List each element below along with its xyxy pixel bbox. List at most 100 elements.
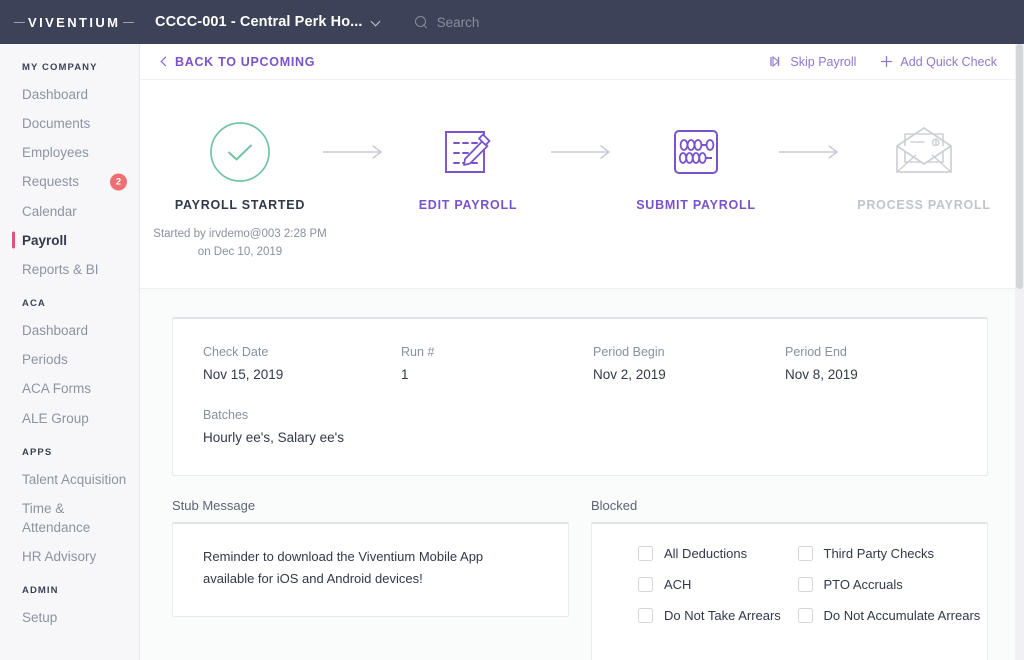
company-selector[interactable]: CCCC-001 - Central Perk Ho... <box>155 14 381 30</box>
payroll-details-zone: Check Date Nov 15, 2019 Run # 1 Period B… <box>140 289 1024 660</box>
top-navigation-bar: VIVENTIUM CCCC-001 - Central Perk Ho... … <box>0 0 1024 44</box>
add-quick-check-label: Add Quick Check <box>900 54 997 69</box>
checkbox-icon[interactable] <box>638 607 653 623</box>
checkbox-icon[interactable] <box>638 545 653 561</box>
sidebar-item-label: Dashboard <box>22 323 89 339</box>
sidebar-item-label: Talent Acquisition <box>22 471 127 487</box>
nav-heading: ACA <box>22 298 46 310</box>
sidebar-item-periods[interactable]: Periods <box>0 345 139 374</box>
sidebar-item-dashboard[interactable]: Dashboard <box>0 80 139 109</box>
nav-group-my-company: MY COMPANY Dashboard Documents Employees… <box>0 62 139 284</box>
stepper-arrow-2 <box>543 116 621 188</box>
add-quick-check-button[interactable]: Add Quick Check <box>880 55 997 69</box>
step-icon-wrap <box>209 116 271 188</box>
brand-logo[interactable]: VIVENTIUM <box>0 0 140 44</box>
checkbox-label: Do Not Take Arrears <box>664 607 781 623</box>
sidebar-item-documents[interactable]: Documents <box>0 109 139 138</box>
checkbox-do-not-take-arrears[interactable]: Do Not Take Arrears <box>638 607 798 623</box>
sidebar-item-label: Dashboard <box>22 87 89 102</box>
sidebar-item-ale-group[interactable]: ALE Group <box>0 404 139 433</box>
sidebar-item-label: HR Advisory <box>22 549 97 565</box>
step-payroll-started: PAYROLL STARTED Started by irvdemo@003 2… <box>153 116 327 262</box>
field-period-end: Period End Nov 8, 2019 <box>785 345 858 382</box>
sidebar-item-requests[interactable]: Requests 2 <box>0 167 139 196</box>
sidebar-item-employees[interactable]: Employees <box>0 138 139 167</box>
summary-row-primary: Check Date Nov 15, 2019 Run # 1 Period B… <box>203 345 957 382</box>
stepper-arrow-1 <box>315 116 393 188</box>
field-label: Batches <box>203 407 249 422</box>
checkbox-do-not-accumulate-arrears[interactable]: Do Not Accumulate Arrears <box>797 607 980 623</box>
summary-row-batches: Batches Hourly ee's, Salary ee's <box>203 408 957 445</box>
checkbox-icon[interactable] <box>638 576 653 592</box>
step-process-payroll: PROCESS PAYROLL <box>849 116 999 212</box>
vertical-scrollbar[interactable] <box>1015 44 1024 660</box>
step-icon-wrap <box>442 116 494 188</box>
step-submit-payroll[interactable]: SUBMIT PAYROLL <box>621 116 771 212</box>
checkbox-icon[interactable] <box>797 607 813 623</box>
sidebar-item-aca-forms[interactable]: ACA Forms <box>0 374 139 403</box>
field-value: Hourly ee's, Salary ee's <box>203 429 344 445</box>
sidebar-item-label: ALE Group <box>22 410 89 426</box>
sidebar-item-label: Employees <box>22 145 89 161</box>
sidebar: MY COMPANY Dashboard Documents Employees… <box>0 44 140 660</box>
blocked-title: Blocked <box>591 497 638 513</box>
arrow-right-icon <box>323 145 382 159</box>
skip-payroll-button[interactable]: Skip Payroll <box>770 55 856 69</box>
check-circle-icon <box>210 122 270 182</box>
field-batches: Batches Hourly ee's, Salary ee's <box>203 408 401 445</box>
sidebar-item-label: Requests <box>22 174 80 190</box>
arrow-right-icon <box>551 145 610 159</box>
checkbox-label: ACH <box>664 576 692 592</box>
checkbox-pto-accruals[interactable]: PTO Accruals <box>797 576 958 592</box>
back-to-upcoming-button[interactable]: BACK TO UPCOMING <box>160 55 315 69</box>
abacus-icon <box>674 130 718 174</box>
sidebar-item-hr-advisory[interactable]: HR Advisory <box>0 542 139 571</box>
logo-right-dash-icon <box>123 21 135 23</box>
search-box[interactable]: Search <box>414 15 479 30</box>
edit-pencil-icon <box>445 131 491 173</box>
plus-icon <box>881 55 893 68</box>
step-edit-payroll[interactable]: EDIT PAYROLL <box>393 116 543 212</box>
sidebar-item-label: Payroll <box>22 232 68 248</box>
app-root: VIVENTIUM CCCC-001 - Central Perk Ho... … <box>0 0 1024 660</box>
sidebar-item-label: Reports & BI <box>22 261 99 277</box>
sidebar-item-reports-bi[interactable]: Reports & BI <box>0 255 139 284</box>
envelope-check-icon <box>896 127 952 173</box>
sidebar-item-label: Setup <box>22 610 58 626</box>
stepper-arrow-3 <box>771 116 849 188</box>
field-run-number: Run # 1 <box>401 345 593 382</box>
blocked-section: Blocked All Deductions Third Party Check… <box>591 498 988 660</box>
checkbox-ach[interactable]: ACH <box>638 576 798 592</box>
checkbox-label: PTO Accruals <box>823 576 903 592</box>
sidebar-item-calendar[interactable]: Calendar <box>0 197 139 226</box>
checkbox-icon[interactable] <box>797 576 813 592</box>
logo-text: VIVENTIUM <box>28 14 121 30</box>
checkbox-third-party-checks[interactable]: Third Party Checks <box>797 545 958 561</box>
sidebar-item-time-attendance[interactable]: Time & Attendance <box>0 494 139 542</box>
search-icon <box>414 15 428 29</box>
step-icon-wrap <box>670 116 722 188</box>
nav-group-apps: APPS Talent Acquisition Time & Attendanc… <box>0 447 139 572</box>
requests-badge: 2 <box>110 173 127 191</box>
sidebar-item-talent-acquisition[interactable]: Talent Acquisition <box>0 465 139 494</box>
sidebar-item-aca-dashboard[interactable]: Dashboard <box>0 316 139 345</box>
logo-left-dash-icon <box>14 21 25 23</box>
field-label: Check Date <box>203 344 269 359</box>
action-links: Skip Payroll Add Quick Check <box>770 55 997 69</box>
nav-group-aca: ACA Dashboard Periods ACA Forms ALE Grou… <box>0 298 139 433</box>
skip-payroll-label: Skip Payroll <box>790 54 857 69</box>
sidebar-item-setup[interactable]: Setup <box>0 603 139 632</box>
checkbox-all-deductions[interactable]: All Deductions <box>638 545 798 561</box>
payroll-summary-card: Check Date Nov 15, 2019 Run # 1 Period B… <box>172 316 988 476</box>
scrollable-content: PAYROLL STARTED Started by irvdemo@003 2… <box>140 80 1024 660</box>
field-period-begin: Period Begin Nov 2, 2019 <box>593 345 785 382</box>
sidebar-item-label: Calendar <box>22 203 77 219</box>
step-label: SUBMIT PAYROLL <box>636 198 756 212</box>
sidebar-item-payroll[interactable]: Payroll <box>0 226 139 255</box>
nav-group-admin: ADMIN Setup <box>0 585 139 632</box>
scrollbar-thumb[interactable] <box>1016 44 1023 289</box>
checkbox-label: Third Party Checks <box>823 545 935 561</box>
checkbox-icon[interactable] <box>797 545 813 561</box>
step-label: PROCESS PAYROLL <box>857 198 991 212</box>
bottom-sections: Stub Message Reminder to download the Vi… <box>172 498 988 660</box>
